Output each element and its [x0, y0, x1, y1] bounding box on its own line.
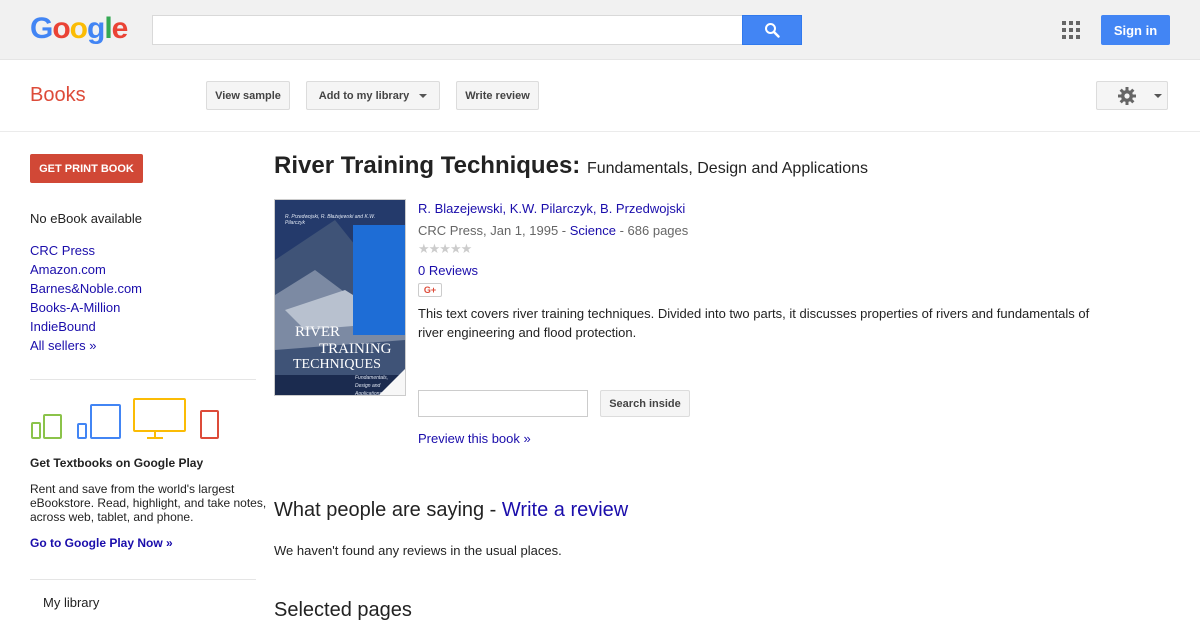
- write-review-button[interactable]: Write review: [456, 81, 539, 110]
- divider: [30, 379, 256, 380]
- logo-letter: G: [30, 12, 53, 45]
- my-library-link[interactable]: My library: [43, 595, 99, 610]
- google-logo[interactable]: Google: [30, 12, 129, 46]
- get-print-book-button[interactable]: GET PRINT BOOK: [30, 154, 143, 183]
- search-inside-button[interactable]: Search inside: [600, 390, 690, 417]
- preview-book-link[interactable]: Preview this book »: [418, 431, 531, 446]
- logo-letter: l: [104, 12, 112, 45]
- page-curl: [379, 369, 405, 395]
- write-review-link[interactable]: Write a review: [502, 499, 628, 521]
- chevron-down-icon: [1154, 94, 1162, 98]
- book-description: This text covers river training techniqu…: [418, 306, 1090, 340]
- apps-grid-icon[interactable]: [1062, 21, 1080, 39]
- view-sample-button[interactable]: View sample: [206, 81, 290, 110]
- add-to-library-label: Add to my library: [318, 89, 410, 102]
- seller-link[interactable]: CRC Press: [30, 243, 95, 258]
- cover-authors: R. Przedwojski, R. Błażejewski and K.W. …: [285, 214, 376, 226]
- books-toolbar: [0, 60, 1200, 132]
- selected-pages-heading: Selected pages: [274, 599, 412, 621]
- seller-link[interactable]: Barnes&Noble.com: [30, 281, 142, 296]
- google-plus-button[interactable]: G+: [418, 283, 442, 297]
- logo-letter: o: [69, 12, 88, 45]
- gear-icon: [1118, 87, 1136, 105]
- settings-button[interactable]: [1096, 81, 1168, 110]
- search-inside-input[interactable]: [418, 390, 588, 417]
- logo-letter: e: [111, 12, 129, 45]
- rating-stars: ★★★★★: [418, 241, 472, 256]
- reviews-link[interactable]: 0 Reviews: [418, 263, 478, 278]
- books-title[interactable]: Books: [30, 84, 86, 107]
- all-sellers-link[interactable]: All sellers »: [30, 338, 96, 353]
- google-play-link[interactable]: Go to Google Play Now »: [30, 536, 173, 550]
- publisher-date: CRC Press, Jan 1, 1995 -: [418, 223, 570, 238]
- reviews-heading-prefix: What people are saying -: [274, 499, 502, 521]
- no-ebook-label: No eBook available: [30, 211, 143, 226]
- chevron-down-icon: [419, 93, 428, 98]
- logo-letter: g: [87, 12, 105, 45]
- add-to-library-button[interactable]: Add to my library: [306, 81, 440, 110]
- sign-in-button[interactable]: Sign in: [1101, 15, 1170, 45]
- book-title-main: River Training Techniques:: [274, 152, 581, 179]
- no-reviews-text: We haven't found any reviews in the usua…: [274, 543, 562, 558]
- book-meta: CRC Press, Jan 1, 1995 - Science - 686 p…: [418, 223, 688, 238]
- book-title: River Training Techniques: Fundamentals,…: [274, 152, 868, 180]
- category-link[interactable]: Science: [570, 223, 616, 238]
- seller-link[interactable]: Books-A-Million: [30, 300, 120, 315]
- search-icon: [765, 23, 780, 38]
- textbooks-title: Get Textbooks on Google Play: [30, 456, 204, 470]
- logo-letter: o: [52, 12, 70, 45]
- book-subtitle: Fundamentals, Design and Applications: [586, 160, 869, 177]
- textbooks-text: Rent and save from the world's largest e…: [30, 482, 267, 524]
- book-authors[interactable]: R. Blazejewski, K.W. Pilarczyk, B. Przed…: [418, 201, 685, 216]
- search-button[interactable]: [742, 15, 802, 45]
- seller-link[interactable]: Amazon.com: [30, 262, 106, 277]
- seller-link[interactable]: IndieBound: [30, 319, 96, 334]
- book-cover[interactable]: R. Przedwojski, R. Błażejewski and K.W. …: [274, 199, 406, 396]
- page-count: - 686 pages: [615, 223, 689, 238]
- cover-title-1: River: [295, 324, 340, 340]
- cover-title-3: Techniques: [293, 357, 381, 372]
- search-input[interactable]: [152, 15, 744, 45]
- divider: [30, 579, 256, 580]
- cover-title-2: Training: [319, 341, 392, 357]
- reviews-heading: What people are saying - Write a review: [274, 499, 628, 522]
- devices-illustration: [31, 398, 219, 439]
